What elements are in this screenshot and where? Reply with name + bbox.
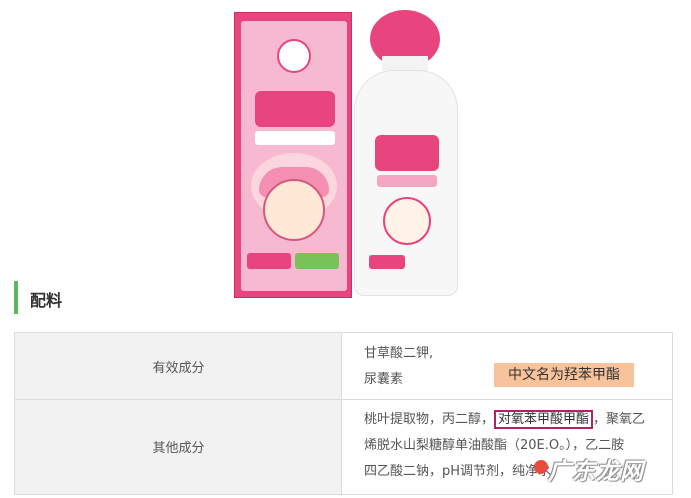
row-label-cell: 有效成分: [15, 333, 342, 399]
ingredient-line: 甘草酸二钾,: [364, 346, 434, 361]
lotion-box: [234, 12, 352, 298]
lotion-bottle: [354, 70, 458, 296]
box-tag-green: [295, 253, 339, 269]
bottle-logo: [375, 135, 439, 171]
ingredient-line: 桃叶提取物，丙二醇， 对氧苯甲酸甲酯 ，聚氧乙: [364, 408, 645, 432]
row-label-cell: 其他成分: [15, 400, 342, 494]
additive-free-badge: [277, 39, 311, 73]
highlighted-ingredient: 对氧苯甲酸甲酯: [494, 410, 594, 429]
box-front-panel: [241, 21, 347, 291]
box-tag-pink: [247, 253, 291, 269]
kid-face-illustration: [263, 179, 325, 241]
ingredient-text: ，聚氧乙: [593, 412, 646, 427]
ingredient-text: 桃叶提取物，丙二醇，: [364, 412, 495, 427]
section-heading: 配料: [14, 281, 674, 314]
row-label: 有效成分: [152, 361, 205, 376]
bottle-kid-illustration: [383, 197, 431, 245]
ingredient-line: 四乙酸二钠，pH调节剂，纯净水: [364, 464, 552, 479]
ingredient-line: 尿囊素: [364, 372, 404, 387]
product-photo: [206, 0, 474, 318]
bottle-tag: [369, 255, 405, 269]
section-title: 配料: [30, 291, 63, 310]
row-label: 其他成分: [152, 441, 205, 456]
box-logo: [255, 91, 335, 127]
box-subtitle: [255, 131, 335, 145]
watermark: 广东龙网: [548, 459, 644, 485]
bottle-subtitle: [377, 175, 437, 187]
watermark-logo-icon: [534, 460, 548, 474]
annotation-label: 中文名为羟苯甲酯: [494, 363, 634, 387]
